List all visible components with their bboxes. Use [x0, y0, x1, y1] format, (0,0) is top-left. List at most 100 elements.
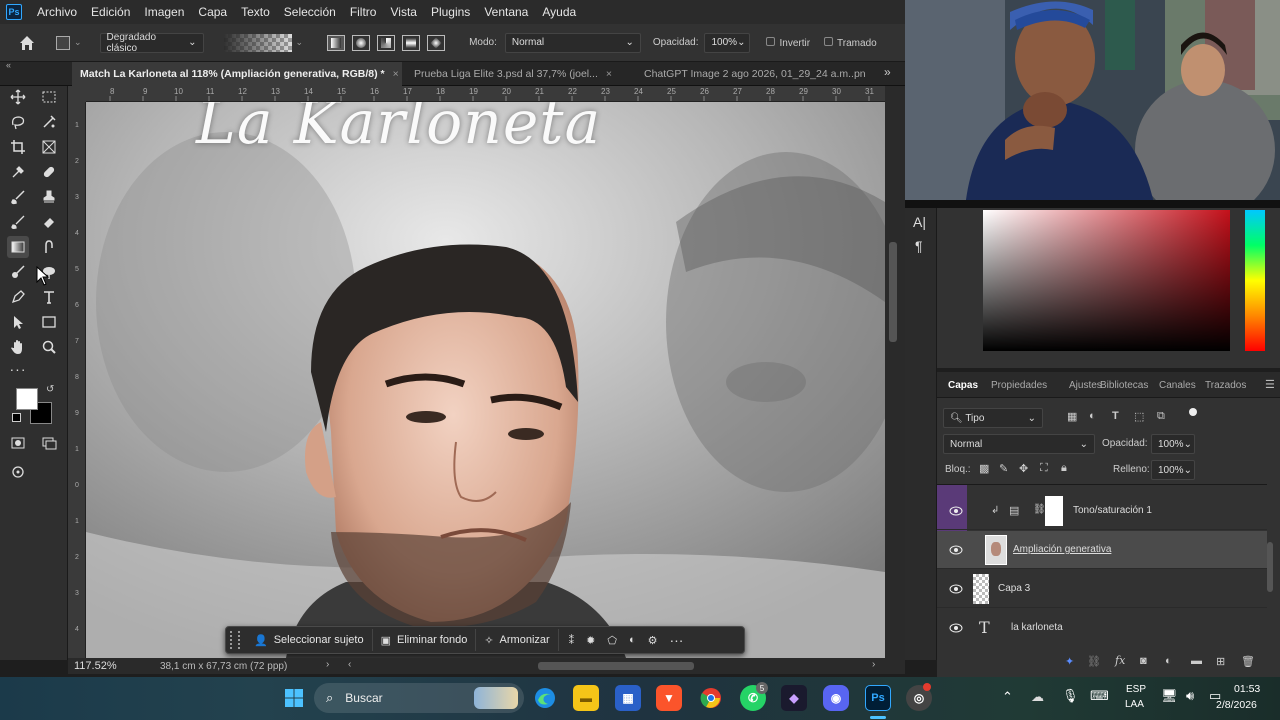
fx-icon[interactable]: fx	[1115, 654, 1125, 667]
linear-gradient-button[interactable]	[327, 34, 346, 51]
add-mask-icon[interactable]: ◙	[1140, 655, 1147, 667]
reflected-gradient-button[interactable]	[402, 34, 421, 51]
healing-brush-tool-icon[interactable]	[38, 161, 60, 183]
collapse-panel-icon[interactable]: «	[6, 60, 11, 70]
link-icon[interactable]: ⛓	[1033, 504, 1046, 515]
menu-imagen[interactable]: Imagen	[137, 5, 191, 19]
document-canvas[interactable]: La Karloneta	[86, 102, 885, 658]
menu-seleccion[interactable]: Selección	[277, 5, 343, 19]
quick-mask-icon[interactable]	[7, 432, 29, 454]
close-icon[interactable]: ×	[606, 68, 612, 80]
keyboard-icon[interactable]: ⌨	[1090, 688, 1109, 704]
clock-time[interactable]: 01:53	[1234, 683, 1260, 695]
eraser-tool-icon[interactable]	[38, 211, 60, 233]
lock-transparent-icon[interactable]: ▩	[979, 462, 989, 475]
eyedropper-tool-icon[interactable]	[7, 161, 29, 183]
contrast-icon[interactable]: ◐	[629, 634, 636, 646]
transform-icon[interactable]: ⬠	[607, 634, 617, 647]
status-menu-icon[interactable]: ›	[326, 659, 329, 670]
tab-prueba-liga-elite[interactable]: Prueba Liga Elite 3.psd al 37,7% (joel..…	[406, 62, 634, 86]
eye-icon[interactable]	[949, 506, 963, 516]
swap-colors-icon[interactable]: ↺	[46, 384, 54, 395]
smart-object-filter-icon[interactable]: ⧉	[1157, 410, 1165, 423]
more-options-icon[interactable]: ···	[669, 632, 683, 648]
brightness-icon[interactable]: ✹	[586, 634, 595, 647]
radial-gradient-button[interactable]	[352, 34, 371, 51]
scroll-left-icon[interactable]: ‹	[348, 659, 351, 670]
tab-canales[interactable]: Canales	[1159, 372, 1196, 398]
mode-select[interactable]: Normal ⌄	[504, 32, 641, 53]
photoshop-taskbar-icon[interactable]: Ps	[865, 685, 891, 711]
brave-icon[interactable]: ▼	[656, 685, 682, 711]
clone-stamp-tool-icon[interactable]	[38, 186, 60, 208]
lasso-tool-icon[interactable]	[7, 111, 29, 133]
eye-icon[interactable]	[949, 623, 963, 633]
vertical-scrollbar[interactable]	[885, 86, 905, 660]
dodge-tool-icon[interactable]	[7, 261, 29, 283]
pixel-filter-icon[interactable]: ▦	[1067, 410, 1077, 423]
more-tools-icon[interactable]: ···	[7, 358, 29, 380]
panel-menu-icon[interactable]: ☰	[1265, 378, 1275, 391]
microphone-icon[interactable]: 🎙︎	[1062, 688, 1079, 704]
drag-handle-icon[interactable]	[230, 631, 240, 649]
taskbar-search-box[interactable]: ⌕ Buscar	[314, 683, 524, 713]
paragraph-panel-icon[interactable]: ¶	[915, 238, 923, 254]
eye-icon[interactable]	[949, 545, 963, 555]
new-adjustment-icon[interactable]: ◐	[1165, 655, 1172, 667]
lock-all-icon[interactable]: 🔒︎	[1061, 462, 1067, 475]
layer-row-capa-3[interactable]: Capa 3	[937, 570, 1267, 608]
edge-icon[interactable]	[532, 685, 558, 711]
file-explorer-icon[interactable]: ▬	[573, 685, 599, 711]
layer-row-ampliacion-generativa[interactable]: Ampliación generativa	[937, 531, 1267, 569]
dither-checkbox[interactable]: Tramado	[824, 36, 877, 49]
menu-ayuda[interactable]: Ayuda	[535, 5, 583, 19]
lock-artboard-icon[interactable]: ⛶	[1040, 462, 1048, 475]
character-panel-icon[interactable]: A|	[913, 214, 926, 230]
screen-mode-icon[interactable]	[38, 432, 60, 454]
layer-row-tono-saturacion[interactable]: ↲ ▤ ⛓ Tono/saturación 1	[937, 492, 1267, 530]
layer-opacity-input[interactable]: 100% ⌄	[1151, 434, 1195, 454]
gradient-tool-icon[interactable]	[7, 236, 29, 258]
fill-input[interactable]: 100% ⌄	[1151, 460, 1195, 480]
scrollbar-thumb[interactable]	[889, 242, 897, 342]
harmonize-button[interactable]: ✧ Armonizar	[476, 629, 559, 651]
menu-capa[interactable]: Capa	[191, 5, 234, 19]
crop-tool-icon[interactable]	[7, 136, 29, 158]
show-hidden-icons-icon[interactable]: ⌃	[1002, 689, 1013, 705]
layer-thumbnail[interactable]	[985, 535, 1007, 565]
default-colors-icon[interactable]	[12, 413, 21, 422]
marquee-tool-icon[interactable]	[38, 86, 60, 108]
menu-edicion[interactable]: Edición	[84, 5, 137, 19]
clock-date[interactable]: 2/8/2026	[1216, 699, 1257, 711]
tool-preset-icon[interactable]	[56, 35, 70, 50]
tab-propiedades[interactable]: Propiedades	[991, 372, 1047, 398]
smudge-tool-icon[interactable]	[38, 236, 60, 258]
angle-gradient-button[interactable]	[377, 34, 396, 51]
discord-icon[interactable]: ◉	[823, 685, 849, 711]
lock-pixels-icon[interactable]: ✎	[999, 462, 1008, 475]
link-layers-icon[interactable]: ⛓	[1087, 655, 1101, 668]
close-icon[interactable]: ×	[393, 68, 399, 80]
generative-fill-icon[interactable]	[7, 461, 29, 483]
type-filter-icon[interactable]: T	[1112, 410, 1119, 422]
menu-archivo[interactable]: Archivo	[30, 5, 84, 19]
tab-match-la-karloneta[interactable]: Match La Karloneta al 118% (Ampliación g…	[72, 62, 402, 86]
menu-plugins[interactable]: Plugins	[424, 5, 477, 19]
photoshop-logo[interactable]: Ps	[6, 4, 22, 20]
adjustment-filter-icon[interactable]: ◐	[1089, 410, 1096, 422]
shape-filter-icon[interactable]: ⬚	[1134, 410, 1144, 423]
color-field[interactable]	[983, 210, 1230, 351]
chevron-down-icon[interactable]: ⌄	[74, 37, 82, 48]
tab-bibliotecas[interactable]: Bibliotecas	[1100, 372, 1148, 398]
remove-background-button[interactable]: ▣ Eliminar fondo	[373, 629, 477, 651]
region-code[interactable]: LAA	[1125, 699, 1144, 710]
generate-icon[interactable]: ⚙	[648, 634, 658, 647]
adjustments-icon[interactable]: ⁑	[569, 634, 575, 647]
eye-icon[interactable]	[949, 584, 963, 594]
foreground-color-swatch[interactable]	[16, 388, 38, 410]
generative-layer-icon[interactable]: ✦	[1065, 655, 1074, 668]
tab-capas[interactable]: Capas	[948, 372, 978, 398]
rectangle-tool-icon[interactable]	[38, 311, 60, 333]
new-group-icon[interactable]: ▬	[1191, 655, 1202, 667]
hue-slider[interactable]	[1245, 210, 1265, 351]
